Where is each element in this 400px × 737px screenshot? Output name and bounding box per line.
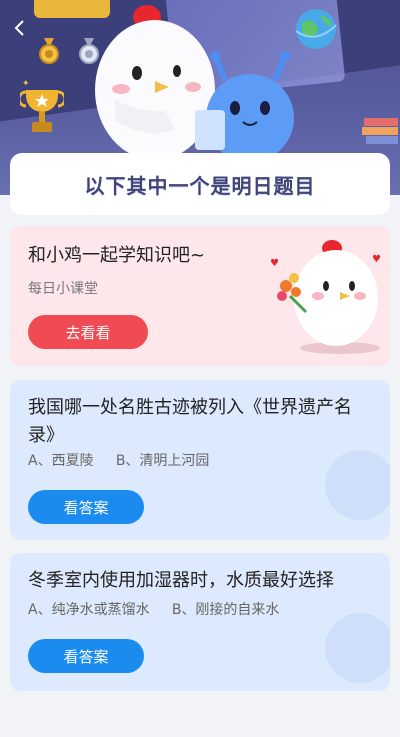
title-card: 以下其中一个是明日题目: [10, 153, 390, 215]
blue-mascot: [195, 51, 294, 162]
promo-subtitle: 每日小课堂: [28, 281, 98, 297]
svg-text:♥: ♥: [270, 258, 279, 269]
promo-heading: 和小鸡一起学知识吧~: [28, 245, 206, 266]
question-1-options: A、西夏陵 B、清明上河园: [28, 453, 210, 469]
books-icon: [362, 118, 398, 144]
page-title: 以下其中一个是明日题目: [84, 173, 316, 198]
question-2-options: A、纯净水或蒸馏水 B、刚接的自来水: [28, 602, 280, 618]
question-card-2: 冬季室内使用加湿器时，水质最好选择 A、纯净水或蒸馏水 B、刚接的自来水 看答案: [10, 553, 390, 691]
question-2-text: 冬季室内使用加湿器时，水质最好选择: [28, 570, 334, 591]
question-card-1: 我国哪一处名胜古迹被列入《世界遗产名录》 A、西夏陵 B、清明上河园 看答案: [10, 380, 390, 540]
trophy-icon: ✦: [20, 79, 64, 132]
svg-text:✦: ✦: [22, 79, 30, 89]
globe-icon: [295, 9, 337, 49]
ghost-watermark: [325, 450, 390, 520]
question-2-answer-button[interactable]: 看答案: [28, 639, 144, 673]
promo-go-button[interactable]: 去看看: [28, 315, 148, 349]
chicken-flowers-illustration: ♥ ♥: [270, 240, 381, 354]
promo-card: 和小鸡一起学知识吧~ 每日小课堂 去看看 ♥ ♥: [10, 226, 390, 366]
question-1-text: 我国哪一处名胜古迹被列入《世界遗产名录》: [28, 397, 352, 446]
ghost-watermark: [325, 613, 390, 683]
question-1-answer-button[interactable]: 看答案: [28, 490, 144, 524]
chevron-left-icon: [14, 20, 24, 36]
svg-text:♥: ♥: [372, 254, 381, 265]
back-button[interactable]: [10, 18, 30, 38]
gold-medal-icon: [39, 38, 59, 64]
